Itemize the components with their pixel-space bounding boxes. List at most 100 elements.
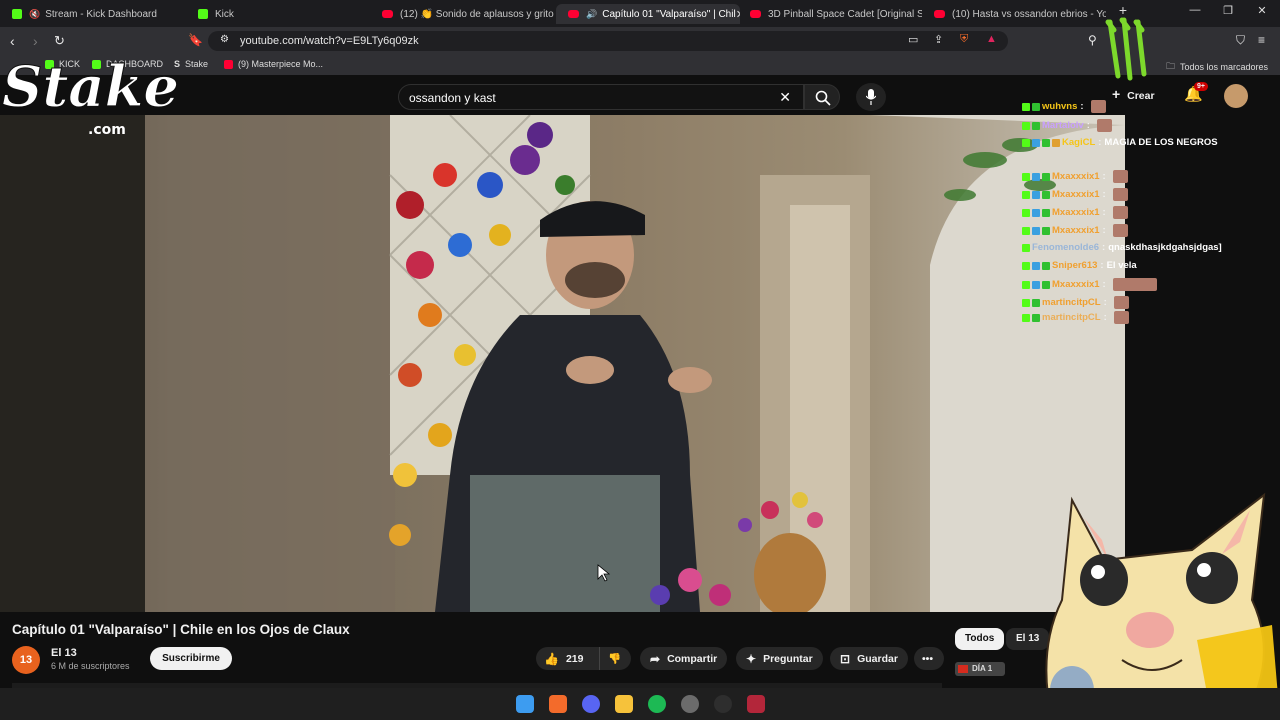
emote-icon	[1112, 188, 1128, 201]
chat-username: Fenomenolde6	[1032, 242, 1100, 253]
stake-logo: Stake .com	[2, 54, 180, 138]
all-bookmarks[interactable]: 🗀 Todos los marcadores	[1166, 59, 1268, 75]
thumbs-up-icon: 👍	[544, 651, 559, 666]
search-input-value: ossandon y kast	[409, 91, 496, 105]
gem-badge-icon	[1032, 172, 1040, 181]
tab-kick-dashboard[interactable]: 🔇 Stream - Kick Dashboard	[0, 4, 190, 24]
bookmark-label: Todos los marcadores	[1180, 62, 1269, 72]
tab-mute-icon[interactable]: 🔇	[29, 9, 40, 20]
back-arrow-icon[interactable]: ‹	[10, 33, 15, 49]
gem-badge-icon	[1032, 226, 1040, 235]
share-page-icon[interactable]: ⇪	[934, 33, 943, 46]
chat-text: El vela	[1106, 260, 1137, 271]
like-button[interactable]: 👍 219	[536, 647, 600, 670]
chat-message: Fenomenolde6 : qnaskdhasjkdgahsjdgas]	[1022, 242, 1222, 253]
kick-badge-icon	[1022, 280, 1030, 289]
close-window-icon[interactable]: ✕	[1247, 4, 1277, 17]
emote-icon	[1112, 278, 1157, 291]
ask-button[interactable]: ✦ Preguntar	[736, 647, 823, 670]
chat-separator: :	[1103, 312, 1107, 323]
discord-icon[interactable]	[582, 695, 600, 713]
tab-label: Stream - Kick Dashboard	[45, 8, 157, 20]
brave-browser-icon[interactable]	[549, 695, 567, 713]
windows-taskbar	[0, 688, 1280, 720]
minimize-icon[interactable]: —	[1180, 4, 1210, 16]
sub-badge-icon	[1032, 102, 1040, 111]
reload-icon[interactable]: ↻	[54, 33, 65, 49]
extensions-icon[interactable]: ⚲	[1088, 33, 1097, 47]
chat-separator: :	[1102, 225, 1106, 236]
sub-badge-icon	[1042, 172, 1050, 181]
sub-badge-icon	[1042, 190, 1050, 199]
subscribe-button[interactable]: Suscribirme	[150, 647, 232, 670]
sub-badge-icon	[1032, 313, 1040, 322]
chat-separator: :	[1103, 297, 1107, 308]
site-info-icon[interactable]: ⚙	[220, 34, 229, 45]
chat-message: Mxaxxxix1 :	[1022, 224, 1128, 237]
chat-username: martincitpCL	[1042, 297, 1101, 308]
emote-icon	[1096, 119, 1112, 132]
microphone-icon	[866, 89, 876, 105]
video-frame	[0, 115, 1125, 612]
chat-message: Mxaxxxix1 :	[1022, 278, 1157, 291]
search-button[interactable]	[804, 84, 840, 110]
dislike-button[interactable]: 👎	[600, 652, 621, 665]
kick-badge-icon	[1022, 298, 1030, 307]
emote-icon	[1112, 206, 1128, 219]
bookmark-icon[interactable]: 🔖	[188, 33, 203, 47]
emote-icon	[1113, 311, 1129, 324]
kick-badge-icon	[1022, 313, 1030, 322]
gem-badge-icon	[1032, 261, 1040, 270]
tab-hasta-vs-ossandon[interactable]: (10) Hasta vs ossandon ebrios - YouT	[922, 4, 1106, 24]
more-actions-button[interactable]: •••	[914, 647, 944, 670]
video-player[interactable]	[0, 115, 1125, 612]
save-button[interactable]: ⊡ Guardar	[830, 647, 908, 670]
spotify-icon[interactable]	[648, 695, 666, 713]
search-input[interactable]: ossandon y kast ✕	[398, 84, 804, 110]
chat-message: martincitpCL :	[1022, 311, 1129, 324]
streaming-app-icon[interactable]	[747, 695, 765, 713]
url-field[interactable]: ⚙ youtube.com/watch?v=E9LTy6q09zk	[208, 31, 1008, 51]
vpn-icon[interactable]: ⛉	[1236, 33, 1245, 48]
forward-arrow-icon[interactable]: ›	[33, 33, 38, 49]
emote-icon	[1113, 296, 1129, 309]
clear-search-icon[interactable]: ✕	[779, 89, 791, 106]
address-toolbar: ‹ › ↻ 🔖 ⚙ youtube.com/watch?v=E9LTy6q09z…	[0, 27, 1280, 55]
share-button[interactable]: ➦ Compartir	[640, 647, 728, 670]
brave-rewards-icon[interactable]: ▲	[986, 33, 997, 45]
brave-shield-icon[interactable]: ⛨	[960, 33, 968, 46]
chip-todos[interactable]: Todos	[955, 628, 1005, 650]
file-explorer-icon[interactable]	[615, 695, 633, 713]
app-icon[interactable]	[714, 695, 732, 713]
kick-badge-icon	[1022, 243, 1030, 252]
cast-icon[interactable]: ▭	[908, 33, 918, 46]
sparkle-icon: ✦	[746, 651, 757, 666]
kick-badge-icon	[1022, 226, 1030, 235]
tab-capitulo-01[interactable]: 🔊 Capítulo 01 "Valparaíso" | Chil ✕	[556, 4, 740, 24]
kick-icon	[12, 9, 22, 19]
voice-search-button[interactable]	[856, 83, 886, 111]
stake-logo-sub: .com	[88, 122, 126, 138]
monster-energy-logo	[1105, 17, 1147, 81]
tab-audio-icon[interactable]: 🔊	[586, 9, 597, 20]
youtube-icon	[934, 10, 945, 18]
folder-icon: 🗀	[1166, 61, 1176, 71]
tab-aplausos[interactable]: (12) 👏 Sonido de aplausos y gritos	[370, 4, 554, 24]
tab-kick[interactable]: Kick	[186, 4, 376, 24]
chat-username: Martalolv	[1042, 120, 1084, 131]
windows-start-icon[interactable]	[516, 695, 534, 713]
bookmark-masterpiece[interactable]: (9) Masterpiece Mo...	[224, 59, 323, 69]
kick-badge-icon	[1022, 261, 1030, 270]
chat-separator: :	[1102, 207, 1106, 218]
chat-separator: :	[1102, 189, 1106, 200]
menu-icon[interactable]: ≡	[1258, 33, 1265, 47]
chat-separator: :	[1102, 279, 1106, 290]
streamer-cat-avatar	[1045, 492, 1280, 720]
channel-name[interactable]: El 13	[51, 647, 77, 659]
browser-tab-strip: 🔇 Stream - Kick Dashboard Kick (12) 👏 So…	[0, 0, 1280, 27]
tab-pinball[interactable]: 3D Pinball Space Cadet [Original Sou	[738, 4, 922, 24]
chat-message: Mxaxxxix1 :	[1022, 188, 1128, 201]
channel-avatar[interactable]: 13	[12, 646, 40, 674]
restore-icon[interactable]: ❐	[1213, 4, 1243, 17]
obs-icon[interactable]	[681, 695, 699, 713]
